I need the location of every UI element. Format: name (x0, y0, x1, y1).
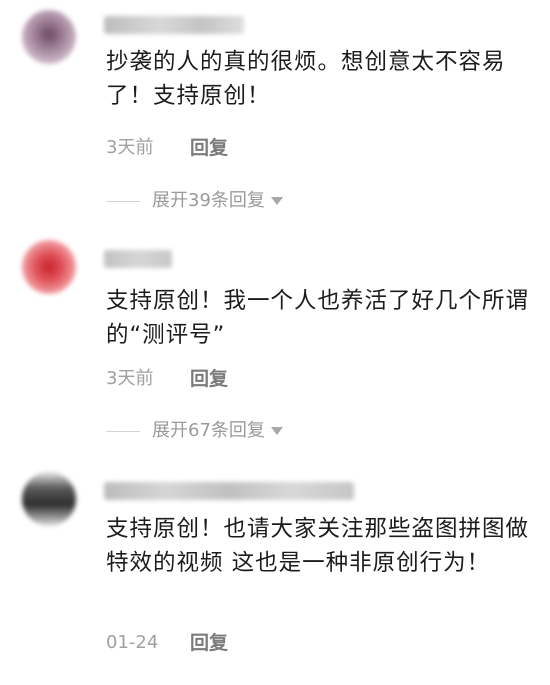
comment-time: 01-24 (106, 632, 159, 653)
username-blurred[interactable] (104, 482, 354, 500)
avatar[interactable] (22, 10, 76, 64)
avatar[interactable] (22, 472, 76, 526)
comment-time: 3天前 (106, 137, 154, 158)
expand-replies-button[interactable]: 展开39条回复 (106, 186, 283, 216)
comment-time: 3天前 (106, 368, 154, 389)
caret-down-icon (270, 427, 283, 435)
reply-button[interactable]: 回复 (190, 364, 228, 394)
expand-replies-label: 展开67条回复 (152, 420, 265, 441)
reply-button[interactable]: 回复 (190, 628, 228, 658)
username-blurred[interactable] (104, 16, 244, 34)
expand-replies-label: 展开39条回复 (152, 190, 265, 211)
comment-text: 抄袭的人的真的很烦。想创意太不容易了！支持原创！ (106, 49, 506, 109)
reply-button[interactable]: 回复 (190, 133, 228, 163)
expand-replies-button[interactable]: 展开67条回复 (106, 416, 283, 446)
divider-line (106, 200, 140, 202)
username-blurred[interactable] (104, 250, 172, 268)
comment-text: 支持原创！我一个人也养活了好几个所谓的“测评号” (106, 288, 530, 348)
comment-text: 支持原创！也请大家关注那些盗图拼图做特效的视频 这也是一种非原创行为！ (106, 516, 530, 576)
caret-down-icon (270, 197, 283, 205)
avatar[interactable] (22, 240, 76, 294)
divider-line (106, 430, 140, 432)
